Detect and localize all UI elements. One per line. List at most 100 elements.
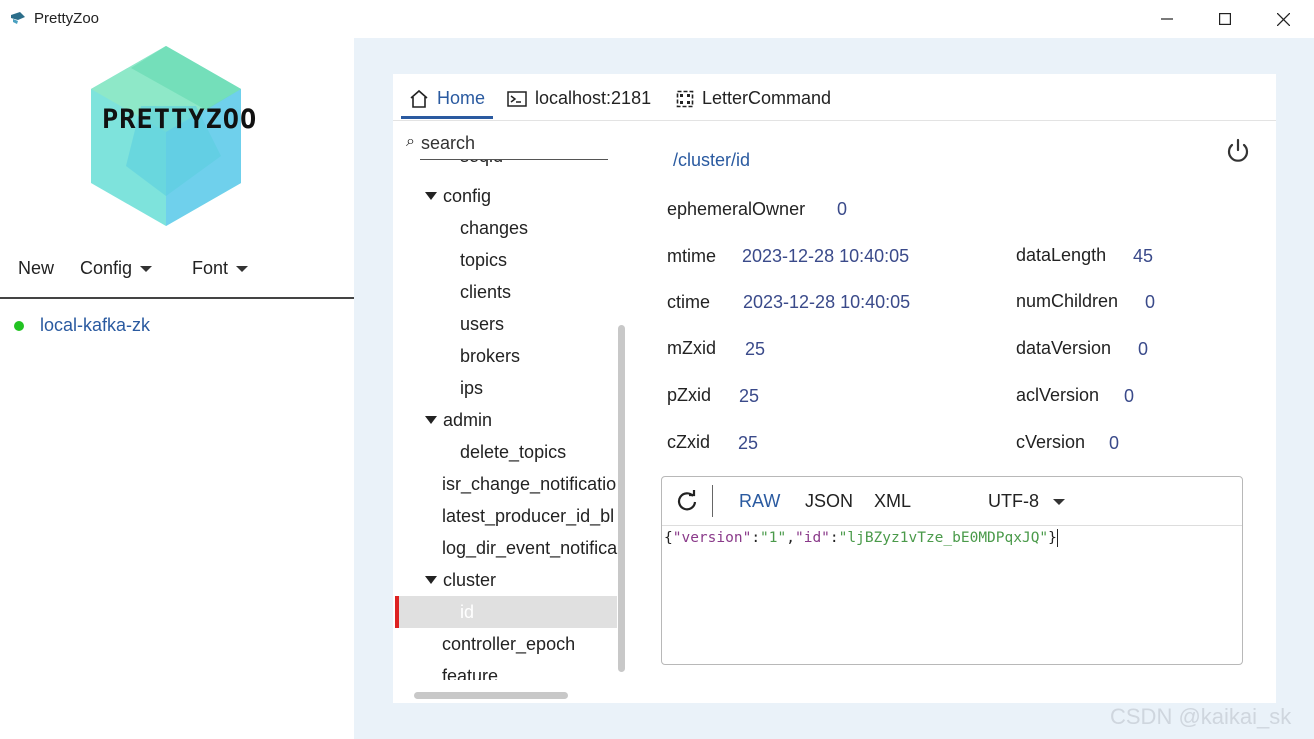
tree-item-id[interactable]: id — [460, 596, 474, 628]
tab-lettercommand[interactable]: LetterCommand — [676, 88, 831, 109]
server-panel: Home localhost:2181 LetterCommand ⌕ sear… — [393, 74, 1276, 703]
tab-bar: Home localhost:2181 LetterCommand — [393, 74, 1276, 121]
node-tree: seqid config changes topics clients user… — [393, 160, 619, 680]
tab-localhost-label: localhost:2181 — [535, 88, 652, 108]
tree-item-label: log_dir_event_notifica — [442, 537, 618, 558]
server-item[interactable]: local-kafka-zk — [14, 315, 150, 336]
json-brace: } — [1048, 530, 1057, 546]
tab-localhost[interactable]: localhost:2181 — [507, 88, 651, 109]
format-json-button[interactable]: JSON — [805, 491, 853, 512]
tree-item-label: users — [460, 313, 505, 334]
aclversion-value: 0 — [1124, 386, 1135, 406]
datalength-label: dataLength — [1016, 245, 1107, 265]
tree-item[interactable]: latest_producer_id_bl — [442, 500, 614, 532]
chevron-down-icon — [236, 265, 249, 272]
home-icon — [410, 89, 428, 108]
app-icon — [11, 12, 25, 24]
tree-item[interactable]: clients — [460, 276, 511, 308]
prettyzoo-logo — [91, 46, 241, 226]
tree-item-label: latest_producer_id_bl — [442, 505, 615, 526]
tree-item-label: seqid — [460, 160, 503, 167]
tab-home[interactable]: Home — [409, 88, 485, 109]
frame-icon — [676, 90, 694, 107]
tree-item[interactable]: feature — [442, 660, 498, 681]
ephemeral-owner-value: 0 — [837, 199, 848, 219]
divider — [0, 297, 354, 299]
mtime-label: mtime — [667, 246, 716, 266]
tree-item-admin[interactable]: admin — [425, 404, 492, 436]
mzxid-label: mZxid — [667, 338, 716, 358]
refresh-button[interactable] — [676, 490, 698, 517]
sidebar: PRETTYZOO New Config Font local-kafka-zk — [0, 38, 354, 739]
charset-select[interactable]: UTF-8 — [988, 491, 1039, 512]
numchildren-label: numChildren — [1016, 291, 1119, 311]
maximize-icon — [1219, 13, 1231, 25]
cversion-value: 0 — [1109, 433, 1120, 453]
tree-item-label: delete_topics — [460, 441, 567, 462]
tree-item-label: brokers — [460, 345, 521, 366]
minimize-icon — [1161, 18, 1173, 20]
tree-item[interactable]: users — [460, 308, 504, 340]
tree-item[interactable]: isr_change_notificatio — [442, 468, 616, 500]
json-colon: : — [751, 530, 761, 546]
terminal-icon — [507, 90, 527, 107]
tree-item-label: cluster — [443, 569, 497, 590]
title-bar: PrettyZoo — [0, 0, 1314, 38]
text-cursor — [1056, 529, 1058, 547]
tree-item-label: controller_epoch — [442, 633, 576, 654]
menu-config[interactable]: Config — [80, 258, 153, 279]
active-tab-indicator — [401, 116, 493, 119]
cversion-label: cVersion — [1016, 432, 1086, 452]
search-input[interactable]: ⌕ search — [406, 129, 608, 160]
format-raw-button[interactable]: RAW — [739, 491, 780, 512]
tree-item-config[interactable]: config — [425, 180, 491, 212]
json-value: "1" — [760, 530, 787, 546]
tree-vertical-scrollbar[interactable] — [618, 325, 625, 672]
tab-lettercommand-label: LetterCommand — [702, 88, 832, 108]
json-colon: : — [829, 530, 839, 546]
disconnect-button[interactable] — [1225, 138, 1251, 169]
tree-item[interactable]: brokers — [460, 340, 520, 372]
tree-item-label: config — [443, 185, 492, 206]
tree-item[interactable]: log_dir_event_notifica — [442, 532, 617, 564]
maximize-button[interactable] — [1196, 0, 1254, 38]
power-icon — [1227, 138, 1249, 162]
data-editor: RAW JSON XML UTF-8 {"version":"1","id":"… — [661, 476, 1243, 665]
format-xml-button[interactable]: XML — [874, 491, 911, 512]
close-icon — [1276, 12, 1290, 26]
mtime-value: 2023-12-28 10:40:05 — [742, 246, 910, 266]
tree-horizontal-scrollbar[interactable] — [414, 692, 568, 699]
json-comma: , — [786, 530, 795, 546]
expand-triangle-icon — [425, 416, 437, 424]
menu-new[interactable]: New — [18, 258, 54, 279]
chevron-down-icon — [140, 265, 153, 272]
json-key: "version" — [672, 530, 752, 546]
json-value: "ljBZyz1vTze_bE0MDPqxJQ" — [838, 530, 1049, 546]
close-button[interactable] — [1254, 0, 1312, 38]
expand-triangle-icon — [425, 576, 437, 584]
numchildren-value: 0 — [1145, 292, 1156, 312]
pzxid-value: 25 — [739, 386, 760, 406]
server-name: local-kafka-zk — [40, 315, 151, 335]
menu-font[interactable]: Font — [192, 258, 249, 279]
tree-item[interactable]: controller_epoch — [442, 628, 575, 660]
data-text-area[interactable]: {"version":"1","id":"ljBZyz1vTze_bE0MDPq… — [664, 529, 1058, 547]
pzxid-label: pZxid — [667, 385, 712, 405]
tree-item[interactable]: delete_topics — [460, 436, 566, 468]
status-dot-icon — [14, 320, 24, 331]
aclversion-label: aclVersion — [1016, 385, 1100, 405]
minimize-button[interactable] — [1138, 0, 1196, 38]
tree-item[interactable]: ips — [460, 372, 483, 404]
window-title: PrettyZoo — [34, 10, 100, 27]
refresh-icon — [677, 490, 697, 511]
tree-item[interactable]: changes — [460, 212, 528, 244]
json-key: "id" — [794, 530, 830, 546]
tree-item-cluster[interactable]: cluster — [425, 564, 496, 596]
watermark: CSDN @kaikai_sk — [1110, 704, 1292, 729]
tree-item[interactable]: seqid — [460, 160, 503, 168]
selection-marker — [395, 596, 399, 628]
tree-item-selected[interactable] — [395, 596, 617, 628]
dataversion-label: dataVersion — [1016, 338, 1112, 358]
tree-item-label: id — [460, 601, 475, 622]
tree-item[interactable]: topics — [460, 244, 507, 276]
